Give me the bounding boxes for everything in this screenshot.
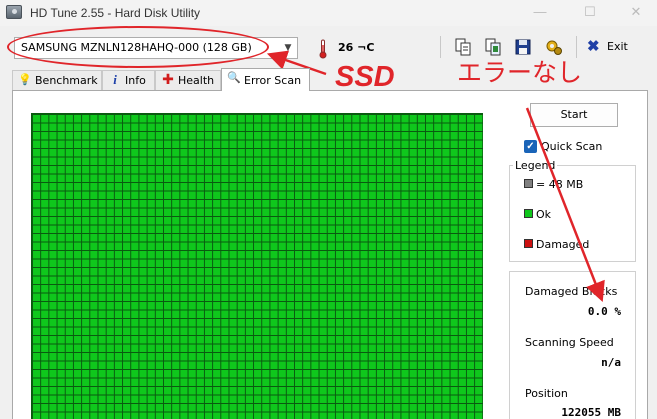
tab-error-scan[interactable]: 🔍 Error Scan — [221, 68, 310, 91]
scan-block-grid — [31, 113, 483, 419]
drive-select-value: SAMSUNG MZNLN128HAHQ-000 (128 GB) — [21, 41, 252, 54]
minimize-button[interactable]: — — [530, 3, 550, 21]
scanning-speed-label: Scanning Speed — [525, 336, 614, 349]
options-icon[interactable] — [544, 37, 564, 57]
quick-scan-label: Quick Scan — [541, 140, 603, 153]
tab-label: Error Scan — [244, 74, 302, 87]
save-icon[interactable] — [513, 37, 533, 57]
tab-info[interactable]: i Info — [102, 70, 155, 90]
checkmark-icon[interactable]: ✓ — [524, 140, 537, 153]
thermometer-icon — [319, 39, 327, 59]
temperature-readout: 26 ¬C — [338, 41, 375, 54]
scanning-speed-value: n/a — [601, 356, 621, 369]
start-button[interactable]: Start — [530, 103, 618, 127]
toolbar-separator — [576, 36, 577, 58]
exit-button[interactable]: ✖ Exit — [587, 37, 633, 57]
copy-screenshot-icon[interactable] — [483, 37, 503, 57]
close-button[interactable]: ✕ — [626, 3, 646, 21]
legend-item: Ok — [524, 208, 551, 221]
annotation-ssd-text: SSD — [335, 61, 395, 93]
copy-text-icon[interactable] — [453, 37, 473, 57]
benchmark-icon: 💡 — [18, 73, 32, 86]
tab-health[interactable]: ✚ Health — [155, 70, 221, 90]
legend-swatch-block — [524, 179, 533, 188]
legend-swatch-ok — [524, 209, 533, 218]
app-disk-icon — [6, 5, 22, 19]
exit-x-icon: ✖ — [587, 38, 600, 55]
legend-item: Damaged — [524, 238, 589, 251]
legend-item: = 48 MB — [524, 178, 583, 191]
tab-label: Benchmark — [35, 74, 98, 87]
drive-select[interactable]: SAMSUNG MZNLN128HAHQ-000 (128 GB) ▼ — [14, 37, 298, 59]
position-label: Position — [525, 387, 568, 400]
tab-benchmark[interactable]: 💡 Benchmark — [12, 70, 102, 90]
exit-label: Exit — [607, 40, 628, 53]
magnifier-icon: 🔍 — [227, 71, 241, 84]
annotation-no-error-text: エラーなし — [457, 59, 583, 87]
damaged-blocks-value: 0.0 % — [587, 305, 621, 318]
toolbar-separator — [440, 36, 441, 58]
window-title: HD Tune 2.55 - Hard Disk Utility — [30, 6, 201, 20]
maximize-button[interactable]: ☐ — [580, 3, 600, 21]
legend-swatch-damaged — [524, 239, 533, 248]
health-icon: ✚ — [162, 72, 174, 88]
tab-label: Health — [178, 74, 215, 87]
damaged-blocks-label: Damaged Blocks — [525, 285, 618, 298]
chevron-down-icon[interactable]: ▼ — [279, 38, 297, 58]
info-icon: i — [113, 72, 117, 87]
position-value: 122055 MB — [561, 406, 621, 419]
tab-label: Info — [125, 74, 146, 87]
title-bar: HD Tune 2.55 - Hard Disk Utility — ☐ ✕ — [0, 0, 657, 26]
legend-title: Legend — [513, 159, 558, 172]
